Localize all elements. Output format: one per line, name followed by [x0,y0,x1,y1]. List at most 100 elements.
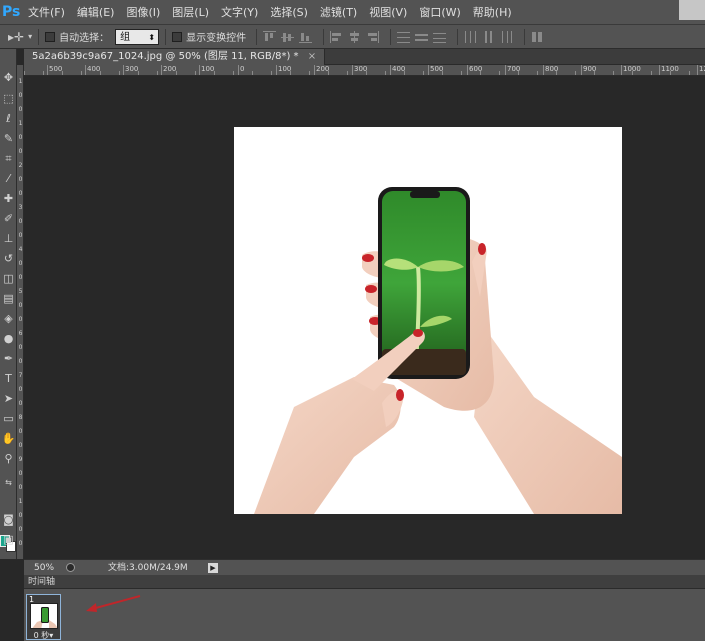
distribute-right-icon[interactable] [500,30,513,43]
menu-filter[interactable]: 滤镜(T) [314,0,363,25]
ruler-label: 400 [87,65,101,73]
ruler-tick [161,65,162,75]
ruler-label: 0 [18,442,23,449]
window-close-button[interactable] [679,0,705,20]
ruler-label: 0 [18,176,23,183]
divider [524,28,526,45]
ruler-tick [404,71,405,75]
align-top-icon[interactable] [263,30,277,43]
ruler-tick [81,71,82,75]
tools-panel: ✥ ⬚ ℓ ✎ ⌗ ⁄ ✚ ✐ ⊥ ↺ ◫ ▤ ◈ ● ✒ T ➤ ▭ ✋ ⚲ … [0,49,17,559]
ruler-label: 100 [201,65,215,73]
blur-icon[interactable]: ◈ [0,310,17,328]
pen-icon[interactable]: ✒ [0,350,17,368]
ruler-tick [594,71,595,75]
timeline-panel: 1 0 秒▾ [24,589,705,641]
distribute-left-icon[interactable] [464,30,477,43]
eyedropper-icon[interactable]: ⁄ [0,170,17,188]
menu-window[interactable]: 窗口(W) [413,0,466,25]
quick-select-icon[interactable]: ✎ [0,130,17,148]
swap-colors-icon[interactable]: ⇆ [0,474,17,492]
ruler-tick [556,71,557,75]
divider [390,28,392,45]
ruler-tick [428,65,429,75]
align-hcenter-icon[interactable] [348,30,361,43]
gradient-icon[interactable]: ▤ [0,290,17,308]
menu-edit[interactable]: 编辑(E) [71,0,121,25]
move-icon[interactable]: ✥ [0,69,17,87]
distribute-bottom-icon[interactable] [433,31,447,43]
ruler-tick [328,71,329,75]
healing-brush-icon[interactable]: ✚ [0,190,17,208]
screen-mode-icon[interactable]: ▣ [0,531,17,549]
zoom-icon[interactable]: ⚲ [0,450,17,468]
timeline-tab[interactable]: 时间轴 [28,575,55,589]
auto-align-layers-icon[interactable] [531,31,544,43]
animation-frame[interactable]: 1 0 秒▾ [26,594,61,640]
zoom-level[interactable]: 50% [34,560,54,576]
menu-select[interactable]: 选择(S) [264,0,314,25]
menu-layer[interactable]: 图层(L) [166,0,215,25]
tab-close-icon[interactable]: × [308,51,316,62]
ruler-tick [233,71,234,75]
clone-stamp-icon[interactable]: ⊥ [0,230,17,248]
align-right-icon[interactable] [366,30,380,43]
ruler-tick [238,65,239,75]
auto-select-dropdown[interactable]: 组 ⬍ [115,28,160,45]
ruler-tick [659,65,660,75]
ruler-tick [157,71,158,75]
ruler-tick [199,65,200,75]
brush-icon[interactable]: ✐ [0,210,17,228]
menu-bar: Ps 文件(F) 编辑(E) 图像(I) 图层(L) 文字(Y) 选择(S) 滤… [0,0,705,25]
distribute-top-icon[interactable] [397,31,411,43]
ruler-label: 0 [18,134,23,141]
chevron-down-icon[interactable]: ▾ [28,32,32,41]
ruler-tick [461,71,462,75]
quick-mask-icon[interactable]: ◙ [0,511,17,529]
marquee-icon[interactable]: ⬚ [0,90,17,108]
align-bottom-icon[interactable] [299,31,313,43]
frame-thumbnail [30,603,58,629]
lasso-icon[interactable]: ℓ [0,110,17,128]
align-left-icon[interactable] [330,30,343,43]
canvas-area[interactable] [24,76,705,559]
distribute-hcenter-icon[interactable] [482,30,495,43]
status-menu-arrow-icon[interactable]: ▶ [208,563,218,573]
path-select-icon[interactable]: ➤ [0,390,17,408]
eraser-icon[interactable]: ◫ [0,270,17,288]
info-icon[interactable] [66,563,75,572]
ruler-label: 0 [18,92,23,99]
divider [165,28,167,45]
distribute-vcenter-icon[interactable] [415,31,429,43]
ruler-tick [47,65,48,75]
ruler-tick [195,71,196,75]
menu-file[interactable]: 文件(F) [22,0,71,25]
document-tab[interactable]: 5a2a6b39c9a67_1024.jpg @ 50% (图层 11, RGB… [24,49,326,65]
menu-help[interactable]: 帮助(H) [467,0,518,25]
ruler-label: 7 [18,372,23,379]
auto-select-checkbox[interactable] [45,31,56,42]
dodge-icon[interactable]: ● [0,330,17,348]
document-image[interactable] [234,127,622,514]
history-brush-icon[interactable]: ↺ [0,250,17,268]
menu-image[interactable]: 图像(I) [120,0,166,25]
shape-icon[interactable]: ▭ [0,410,17,428]
show-transform-checkbox[interactable] [172,31,183,42]
ruler-tick [499,71,500,75]
move-tool-preset-icon[interactable]: ▸✛ [8,30,24,44]
ruler-tick [352,65,353,75]
ruler-label: 0 [18,470,23,477]
type-icon[interactable]: T [0,370,17,388]
ruler-tick [480,71,481,75]
crop-icon[interactable]: ⌗ [0,150,17,168]
hand-icon[interactable]: ✋ [0,430,17,448]
ruler-label: 0 [18,512,23,519]
divider [457,28,459,45]
options-bar: ▸✛ ▾ 自动选择： 组 ⬍ 显示变换控件 [0,25,705,49]
ruler-tick [276,65,277,75]
menu-type[interactable]: 文字(Y) [215,0,264,25]
menu-view[interactable]: 视图(V) [363,0,413,25]
ruler-tick [100,71,101,75]
align-vcenter-icon[interactable] [281,31,295,43]
frame-delay-dropdown[interactable]: 0 秒▾ [27,631,60,640]
